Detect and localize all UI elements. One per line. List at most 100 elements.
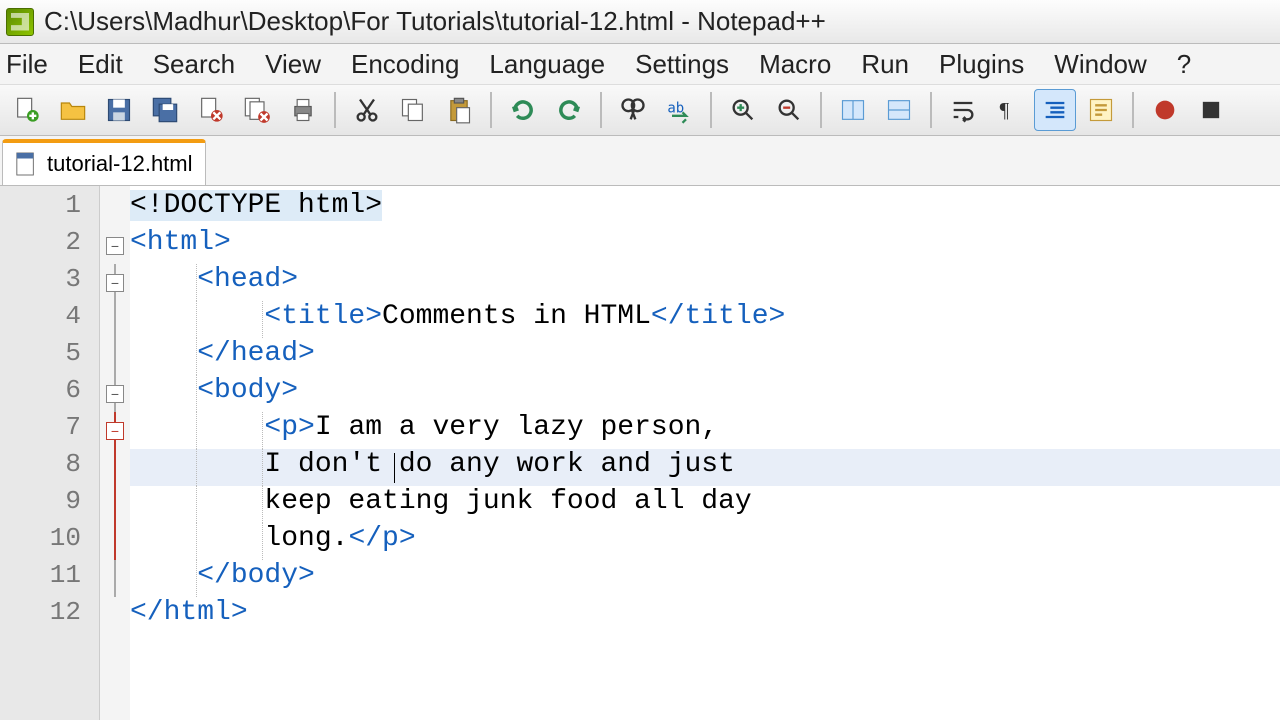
menu-encoding[interactable]: Encoding	[351, 49, 459, 80]
fold-toggle[interactable]: −	[106, 237, 124, 255]
show-chars-icon: ¶	[995, 96, 1023, 124]
stop-macro-button[interactable]	[1190, 89, 1232, 131]
code-line[interactable]: <head>	[130, 264, 1280, 301]
code-area[interactable]: <!DOCTYPE html><html> <head> <title>Comm…	[130, 186, 1280, 720]
line-number: 3	[0, 264, 99, 301]
code-line[interactable]: keep eating junk food all day	[130, 486, 1280, 523]
toolbar-separator	[490, 92, 492, 128]
fold-gutter: − − − −	[100, 186, 130, 720]
menu-macro[interactable]: Macro	[759, 49, 831, 80]
redo-button[interactable]	[548, 89, 590, 131]
sync-h-icon	[885, 96, 913, 124]
line-number: 12	[0, 597, 99, 634]
fold-toggle[interactable]: −	[106, 274, 124, 292]
tab-bar: tutorial-12.html	[0, 136, 1280, 186]
show-chars-button[interactable]: ¶	[988, 89, 1030, 131]
toolbar: ab ¶	[0, 84, 1280, 136]
menu-search[interactable]: Search	[153, 49, 235, 80]
line-number: 8	[0, 449, 99, 486]
line-number-gutter: 123456789101112	[0, 186, 100, 720]
toolbar-separator	[820, 92, 822, 128]
copy-icon	[399, 96, 427, 124]
line-number: 11	[0, 560, 99, 597]
code-line[interactable]: <!DOCTYPE html>	[130, 190, 1280, 227]
title-bar: C:\Users\Madhur\Desktop\For Tutorials\tu…	[0, 0, 1280, 44]
menu-view[interactable]: View	[265, 49, 321, 80]
sync-v-icon	[839, 96, 867, 124]
redo-icon	[555, 96, 583, 124]
line-number: 5	[0, 338, 99, 375]
word-wrap-button[interactable]	[942, 89, 984, 131]
line-number: 9	[0, 486, 99, 523]
menu-help[interactable]: ?	[1177, 49, 1191, 80]
save-all-button[interactable]	[144, 89, 186, 131]
user-lang-icon	[1087, 96, 1115, 124]
zoom-in-icon	[729, 96, 757, 124]
svg-text:¶: ¶	[1000, 98, 1010, 122]
save-button[interactable]	[98, 89, 140, 131]
paste-button[interactable]	[438, 89, 480, 131]
toolbar-separator	[334, 92, 336, 128]
code-line[interactable]: </html>	[130, 597, 1280, 634]
document-tab[interactable]: tutorial-12.html	[2, 139, 206, 185]
code-line[interactable]: long.</p>	[130, 523, 1280, 560]
undo-button[interactable]	[502, 89, 544, 131]
print-icon	[289, 96, 317, 124]
save-all-icon	[151, 96, 179, 124]
replace-button[interactable]: ab	[658, 89, 700, 131]
replace-icon: ab	[665, 96, 693, 124]
open-button[interactable]	[52, 89, 94, 131]
user-lang-button[interactable]	[1080, 89, 1122, 131]
line-number: 2	[0, 227, 99, 264]
toolbar-separator	[710, 92, 712, 128]
menu-run[interactable]: Run	[861, 49, 909, 80]
close-all-button[interactable]	[236, 89, 278, 131]
print-button[interactable]	[282, 89, 324, 131]
close-all-icon	[243, 96, 271, 124]
menu-language[interactable]: Language	[489, 49, 605, 80]
zoom-out-button[interactable]	[768, 89, 810, 131]
code-line[interactable]: <body>	[130, 375, 1280, 412]
line-number: 6	[0, 375, 99, 412]
menu-edit[interactable]: Edit	[78, 49, 123, 80]
code-line[interactable]: <title>Comments in HTML</title>	[130, 301, 1280, 338]
menu-plugins[interactable]: Plugins	[939, 49, 1024, 80]
save-icon	[105, 96, 133, 124]
tab-label: tutorial-12.html	[47, 151, 193, 177]
indent-guide-button[interactable]	[1034, 89, 1076, 131]
code-line[interactable]: <p>I am a very lazy person,	[130, 412, 1280, 449]
close-file-icon	[197, 96, 225, 124]
find-button[interactable]	[612, 89, 654, 131]
new-file-button[interactable]	[6, 89, 48, 131]
menu-settings[interactable]: Settings	[635, 49, 729, 80]
stop-macro-icon	[1197, 96, 1225, 124]
code-line[interactable]: I don't do any work and just	[130, 449, 1280, 486]
record-macro-icon	[1151, 96, 1179, 124]
app-icon	[6, 8, 34, 36]
code-line[interactable]: <html>	[130, 227, 1280, 264]
toolbar-separator	[1132, 92, 1134, 128]
code-line[interactable]: </head>	[130, 338, 1280, 375]
menu-window[interactable]: Window	[1054, 49, 1146, 80]
menu-bar: File Edit Search View Encoding Language …	[0, 44, 1280, 84]
code-line[interactable]: </body>	[130, 560, 1280, 597]
line-number: 7	[0, 412, 99, 449]
sync-h-button[interactable]	[878, 89, 920, 131]
new-file-icon	[13, 96, 41, 124]
fold-toggle[interactable]: −	[106, 385, 124, 403]
menu-file[interactable]: File	[6, 49, 48, 80]
copy-button[interactable]	[392, 89, 434, 131]
fold-toggle[interactable]: −	[106, 422, 124, 440]
cut-button[interactable]	[346, 89, 388, 131]
window-title: C:\Users\Madhur\Desktop\For Tutorials\tu…	[44, 6, 826, 37]
close-file-button[interactable]	[190, 89, 232, 131]
sync-v-button[interactable]	[832, 89, 874, 131]
zoom-in-button[interactable]	[722, 89, 764, 131]
indent-guide-icon	[1041, 96, 1069, 124]
record-macro-button[interactable]	[1144, 89, 1186, 131]
find-icon	[619, 96, 647, 124]
undo-icon	[509, 96, 537, 124]
svg-text:ab: ab	[667, 100, 684, 116]
editor-area[interactable]: 123456789101112 −−−− <!DOCTYPE html><htm…	[0, 186, 1280, 720]
paste-icon	[445, 96, 473, 124]
